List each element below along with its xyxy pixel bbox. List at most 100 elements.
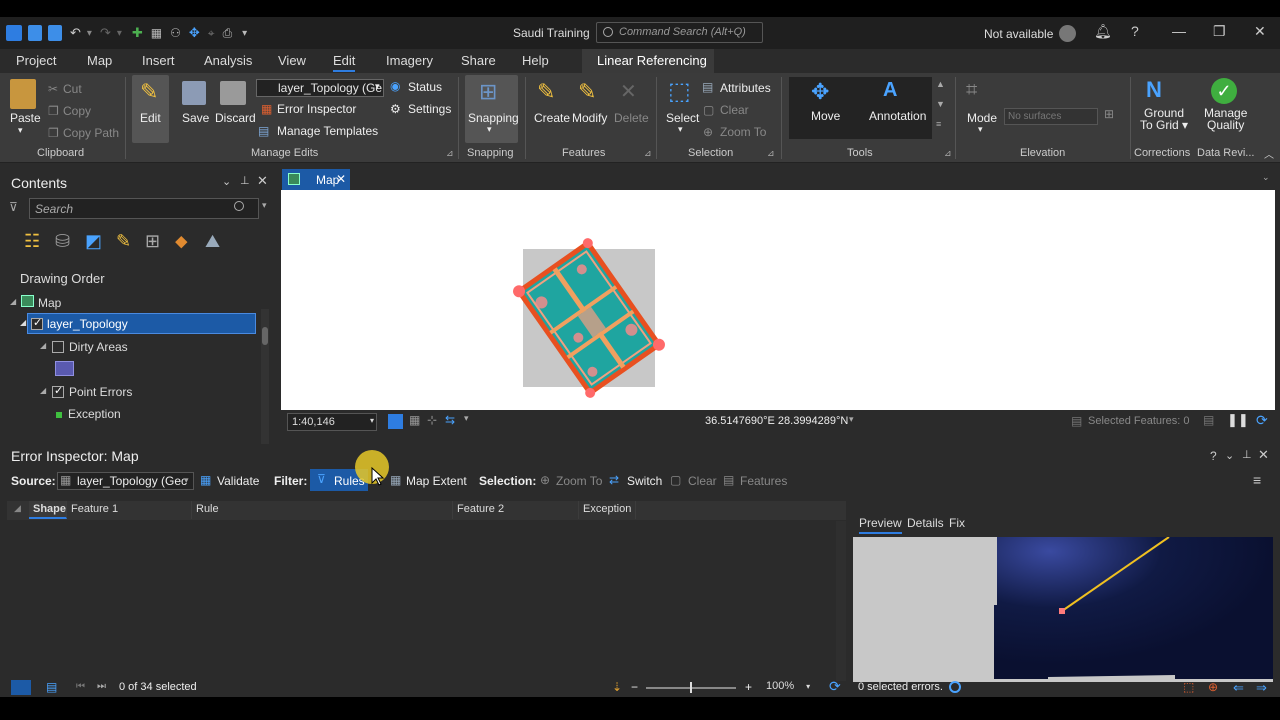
- gallery-up-icon[interactable]: ▲: [936, 79, 945, 89]
- clear-button[interactable]: Clear: [720, 103, 749, 117]
- chevron-down-icon[interactable]: ▾: [464, 413, 469, 424]
- chevron-down-icon[interactable]: ⌄: [1262, 172, 1270, 183]
- notifications-icon[interactable]: 🔔︎: [1094, 23, 1112, 40]
- add-surface-icon[interactable]: ⊞: [1104, 107, 1114, 121]
- close-icon[interactable]: ✕: [1254, 23, 1266, 40]
- dialog-launcher-icon[interactable]: ⊿: [446, 148, 454, 159]
- column-header-exception[interactable]: Exception: [579, 501, 636, 519]
- edit-button[interactable]: ✎ Edit: [132, 75, 169, 143]
- edit-layer-select[interactable]: layer_Topology (Ge: [256, 79, 384, 97]
- table-view-icon[interactable]: [11, 680, 31, 695]
- explore-icon[interactable]: ✥: [189, 25, 200, 41]
- locate-icon[interactable]: ⌖: [208, 26, 215, 41]
- dirty-area-symbol[interactable]: [55, 361, 74, 376]
- features-button[interactable]: Features: [740, 474, 787, 488]
- add-data-icon[interactable]: ✚: [132, 25, 143, 41]
- chevron-down-icon[interactable]: ▾: [262, 200, 267, 211]
- previous-error-icon[interactable]: ⇐: [1233, 680, 1244, 696]
- error-table-body[interactable]: [7, 521, 846, 693]
- next-page-icon[interactable]: ⏭: [97, 681, 106, 692]
- surface-select[interactable]: No surfaces: [1004, 108, 1098, 125]
- column-header-feature-1[interactable]: Feature 1: [67, 501, 192, 519]
- undo-dropdown-icon[interactable]: ▾: [87, 28, 92, 39]
- help-icon[interactable]: ?: [1210, 449, 1217, 463]
- contents-search-input[interactable]: Search: [29, 198, 259, 219]
- zoom-in-icon[interactable]: +: [745, 680, 752, 694]
- tab-share[interactable]: Share: [461, 53, 496, 68]
- paste-button[interactable]: Paste: [10, 111, 41, 125]
- dialog-launcher-icon[interactable]: ⊿: [767, 148, 775, 159]
- tab-analysis[interactable]: Analysis: [204, 53, 252, 68]
- pin-icon[interactable]: ⊥: [1242, 448, 1252, 461]
- scale-select[interactable]: 1:40,146 ▾: [287, 413, 377, 431]
- editing-list-icon[interactable]: ✎: [116, 231, 131, 252]
- open-project-icon[interactable]: [28, 25, 42, 41]
- snap-icon[interactable]: ⊹: [427, 413, 437, 427]
- customize-toolbar-icon[interactable]: ▾: [242, 28, 247, 39]
- redo-icon[interactable]: ↷: [100, 25, 111, 41]
- tab-map[interactable]: Map: [87, 53, 112, 68]
- cut-button[interactable]: Cut: [63, 82, 82, 96]
- first-page-icon[interactable]: ⏮: [76, 681, 85, 692]
- ground-to-grid-button[interactable]: Ground To Grid ▾: [1140, 107, 1188, 131]
- clear-button[interactable]: Clear: [688, 474, 717, 488]
- switch-button[interactable]: Switch: [627, 474, 662, 488]
- close-icon[interactable]: ✕: [257, 173, 268, 189]
- paste-dropdown-icon[interactable]: ▾: [18, 125, 23, 136]
- select-button[interactable]: Select: [666, 111, 699, 125]
- manage-templates-button[interactable]: Manage Templates: [277, 124, 378, 138]
- dialog-launcher-icon[interactable]: ⊿: [944, 148, 952, 159]
- menu-icon[interactable]: ≡: [1253, 472, 1261, 488]
- zoom-error-icon[interactable]: ⊕: [1208, 680, 1218, 694]
- column-header-feature-2[interactable]: Feature 2: [453, 501, 579, 519]
- labeling-icon[interactable]: ⬥: [175, 231, 188, 252]
- help-icon[interactable]: ?: [1131, 23, 1139, 39]
- undo-icon[interactable]: ↶: [70, 25, 81, 41]
- print-icon[interactable]: ⎙: [223, 26, 233, 41]
- create-button[interactable]: Create: [534, 111, 570, 125]
- layout-icon[interactable]: ▦: [151, 26, 162, 40]
- tab-fix[interactable]: Fix: [949, 516, 965, 530]
- dialog-launcher-icon[interactable]: ⊿: [644, 148, 652, 159]
- select-error-icon[interactable]: ⬚: [1183, 680, 1194, 694]
- close-icon[interactable]: ✕: [1258, 447, 1269, 463]
- zoom-to-button[interactable]: Zoom To: [556, 474, 602, 488]
- attributes-button[interactable]: Attributes: [720, 81, 771, 95]
- tree-item-map[interactable]: Map: [38, 296, 61, 310]
- expand-icon[interactable]: ◢: [20, 318, 26, 327]
- dirty-areas-checkbox[interactable]: [52, 341, 64, 353]
- save-button[interactable]: Save: [182, 111, 209, 125]
- snapping-list-icon[interactable]: ⊞: [145, 231, 160, 252]
- command-search-input[interactable]: Command Search (Alt+Q): [596, 22, 763, 43]
- discard-button[interactable]: Discard: [215, 111, 256, 125]
- list-view-icon[interactable]: ▤: [46, 680, 57, 694]
- collapse-ribbon-icon[interactable]: ︿: [1264, 146, 1274, 161]
- copy-button[interactable]: Copy: [63, 104, 91, 118]
- binoculars-icon[interactable]: ⚇: [170, 26, 181, 40]
- minimize-icon[interactable]: —: [1172, 23, 1186, 39]
- tree-item-dirty-areas[interactable]: Dirty Areas: [69, 340, 128, 354]
- select-all-icon[interactable]: ◢: [14, 503, 21, 514]
- validate-button[interactable]: Validate: [217, 474, 259, 488]
- chevron-down-icon[interactable]: ▾: [849, 414, 854, 425]
- column-header-shape[interactable]: Shape: [29, 501, 67, 519]
- next-error-icon[interactable]: ⇒: [1256, 680, 1267, 696]
- navigate-icon[interactable]: ⇆: [445, 413, 455, 427]
- mode-button[interactable]: Mode: [967, 111, 997, 125]
- settings-button[interactable]: Settings: [408, 102, 451, 116]
- error-inspector-button[interactable]: Error Inspector: [277, 102, 356, 116]
- grid-icon[interactable]: ▦: [409, 413, 420, 427]
- tab-linear-referencing[interactable]: Linear Referencing: [582, 49, 714, 73]
- refresh-icon[interactable]: ⟳: [1256, 412, 1268, 429]
- status-button[interactable]: Status: [408, 80, 442, 94]
- avatar[interactable]: [1059, 25, 1076, 42]
- pan-icon[interactable]: ⇣: [612, 680, 622, 694]
- close-tab-icon[interactable]: ✕: [336, 172, 346, 186]
- map-extent-button[interactable]: Map Extent: [406, 474, 467, 488]
- zoom-out-icon[interactable]: −: [631, 680, 638, 694]
- zoom-to-button[interactable]: Zoom To: [720, 125, 766, 139]
- copy-path-button[interactable]: Copy Path: [63, 126, 119, 140]
- perspective-icon[interactable]: ⛰: [205, 231, 220, 252]
- map-canvas[interactable]: [281, 190, 1275, 410]
- tab-insert[interactable]: Insert: [142, 53, 175, 68]
